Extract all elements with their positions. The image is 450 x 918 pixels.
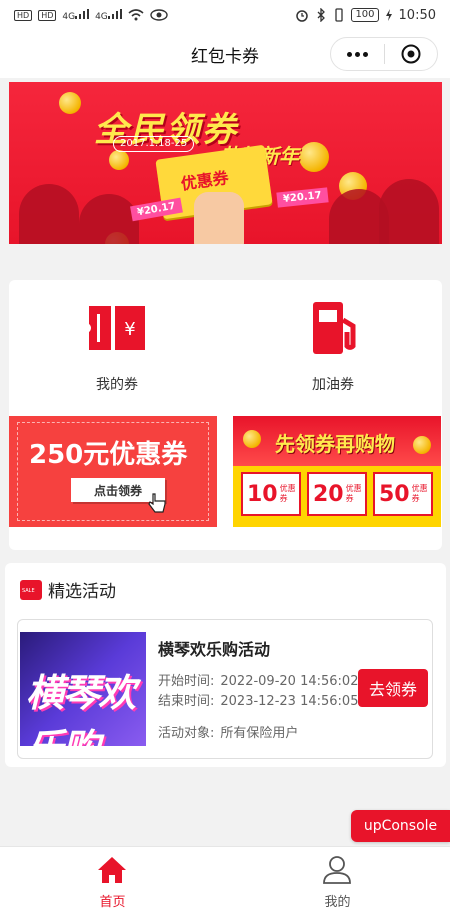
clock-time: 10:50 — [398, 7, 436, 23]
coupon-categories-card: ¥ 我的券 加油券 250元优惠券 点击领券 先领券再购物 10 优惠券 20 … — [9, 280, 442, 550]
hd-badge-1: HD — [14, 9, 33, 21]
category-label: 加油券 — [312, 377, 354, 393]
activity-thumbnail: 横琴欢乐购 — [20, 632, 146, 746]
mini-coupon-value: 50 — [379, 481, 410, 507]
pointer-hand-icon — [148, 493, 166, 513]
crowd-hand-silhouette — [379, 179, 439, 244]
mini-coupon-value: 20 — [313, 481, 344, 507]
category-my-coupons[interactable]: ¥ 我的券 — [9, 280, 225, 408]
status-left: HD HD 4G 4G — [14, 8, 168, 22]
tab-mine-label: 我的 — [324, 895, 351, 910]
promo-shop-title: 先领券再购物 — [275, 432, 395, 456]
tab-home[interactable]: 首页 — [0, 847, 225, 918]
close-circle-icon — [401, 44, 421, 64]
promo-amount: 250元优惠券 — [29, 440, 188, 470]
activity-card[interactable]: 横琴欢乐购 横琴欢乐购活动 开始时间:2022-09-20 14:56:02 结… — [17, 619, 433, 759]
more-dots-icon — [346, 51, 368, 57]
mini-coupon-row: 10 优惠券 20 优惠券 50 优惠券 — [241, 472, 433, 516]
mini-coupon-text: 优惠券 — [279, 484, 296, 503]
crowd-hand-silhouette — [19, 184, 79, 244]
section-header: SALE 精选活动 — [20, 577, 116, 602]
upconsole-button[interactable]: upConsole — [351, 810, 450, 842]
promo-shop-coupons[interactable]: 先领券再购物 10 优惠券 20 优惠券 50 优惠券 — [233, 416, 441, 527]
status-right: 100 10:50 — [295, 8, 436, 23]
battery-icon: 100 — [351, 8, 379, 22]
coin-icon — [299, 142, 329, 172]
category-gas-coupons[interactable]: 加油券 — [225, 280, 441, 408]
upconsole-label: upConsole — [363, 818, 438, 834]
banner-coupon-text: 优惠券 — [179, 168, 230, 194]
navigation-bar: 红包卡券 — [0, 30, 450, 78]
banner-ticket-right: ¥20.17 — [276, 187, 329, 208]
activity-start-time: 开始时间: 2022-09-20 14:56:02 — [158, 674, 359, 689]
mini-coupon-50: 50 优惠券 — [373, 472, 433, 516]
coupon-icon: ¥ — [89, 306, 145, 350]
hand-graphic — [194, 192, 244, 244]
coin-icon — [413, 436, 431, 454]
mini-coupon-text: 优惠券 — [345, 484, 362, 503]
section-title: 精选活动 — [48, 582, 116, 602]
hd-badge-2: HD — [38, 9, 57, 21]
charging-icon — [385, 9, 392, 21]
featured-activities-section: SALE 精选活动 横琴欢乐购 横琴欢乐购活动 开始时间:2022-09-20 … — [5, 563, 446, 767]
coin-icon — [59, 92, 81, 114]
signal-icon-1: 4G — [62, 8, 90, 22]
page-title: 红包卡券 — [191, 46, 259, 67]
svg-text:¥: ¥ — [124, 319, 135, 340]
coin-icon — [109, 150, 129, 170]
bottom-tab-bar: 首页 我的 — [0, 846, 450, 918]
activity-target: 活动对象: 所有保险用户 — [158, 726, 299, 741]
tab-mine[interactable]: 我的 — [225, 847, 450, 918]
close-miniprogram-button[interactable] — [385, 38, 438, 70]
miniprogram-capsule — [330, 37, 438, 71]
get-coupon-label: 去领券 — [368, 680, 417, 699]
banner-date: 2017.1.18-25 — [113, 136, 195, 152]
mini-coupon-20: 20 优惠券 — [307, 472, 367, 516]
activity-end-time: 结束时间: 2023-12-23 14:56:05 — [158, 694, 359, 709]
eye-icon — [150, 9, 168, 21]
activity-thumbnail-text: 横琴欢乐购 — [26, 671, 136, 746]
get-coupon-button[interactable]: 去领券 — [358, 669, 428, 707]
mini-coupon-10: 10 优惠券 — [241, 472, 301, 516]
tab-home-label: 首页 — [99, 895, 126, 910]
bluetooth-icon — [317, 8, 326, 22]
status-bar: HD HD 4G 4G 100 10:50 — [0, 0, 450, 30]
activity-name: 横琴欢乐购活动 — [158, 640, 271, 659]
alarm-icon — [296, 10, 309, 22]
promo-banner[interactable]: 全民领券 恭贺新年 2017.1.18-25 优惠券 ¥20.17 ¥20.17 — [9, 82, 442, 244]
mini-coupon-text: 优惠券 — [411, 484, 428, 503]
user-icon — [323, 856, 351, 884]
vibrate-icon — [335, 8, 344, 22]
crowd-hand-silhouette — [79, 194, 139, 244]
signal-icon-2: 4G — [95, 8, 122, 22]
signal-bars-icon-2 — [107, 8, 122, 19]
category-label: 我的券 — [96, 377, 138, 393]
more-button[interactable] — [331, 38, 384, 70]
coin-icon — [243, 430, 261, 448]
home-icon — [98, 857, 126, 883]
gas-pump-icon — [313, 302, 356, 354]
wifi-icon — [128, 9, 144, 21]
mini-coupon-value: 10 — [247, 481, 278, 507]
signal-bars-icon — [75, 8, 90, 19]
claim-coupon-label: 点击领券 — [93, 483, 142, 498]
sale-icon: SALE — [20, 579, 42, 600]
promo-250-coupon[interactable]: 250元优惠券 点击领券 — [9, 416, 217, 527]
